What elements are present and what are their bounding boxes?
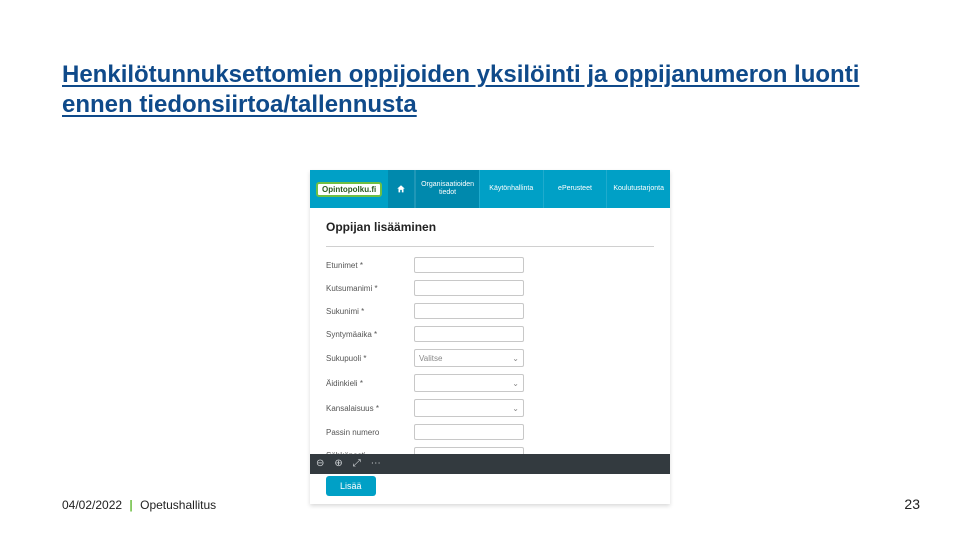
select-value: Valitse xyxy=(419,354,442,363)
form-heading: Oppijan lisääminen xyxy=(326,220,654,234)
field-sukupuoli: Sukupuoli * Valitse ⌄ xyxy=(326,349,654,367)
field-aidinkieli: Äidinkieli * ⌄ xyxy=(326,374,654,392)
field-label: Äidinkieli * xyxy=(326,379,414,388)
footer-org: Opetushallitus xyxy=(140,498,216,512)
field-label: Kansalaisuus * xyxy=(326,404,414,413)
viewer-toolbar: ⊖ ⊕ ⤢ ⋯ xyxy=(310,454,670,474)
kutsumanimi-input[interactable] xyxy=(414,280,524,296)
app-topbar: Opintopolku.fi Organisaatioiden tiedot K… xyxy=(310,170,670,208)
nav-item-koulutustarjonta[interactable]: Koulutustarjonta xyxy=(606,170,670,208)
footer-date: 04/02/2022 xyxy=(62,498,122,512)
field-kutsumanimi: Kutsumanimi * xyxy=(326,280,654,296)
add-button-label: Lisää xyxy=(340,481,362,491)
chevron-down-icon: ⌄ xyxy=(512,379,519,388)
field-passin-numero: Passin numero xyxy=(326,424,654,440)
field-label: Passin numero xyxy=(326,428,414,437)
field-label: Etunimet * xyxy=(326,261,414,270)
field-etunimet: Etunimet * xyxy=(326,257,654,273)
aidinkieli-select[interactable]: ⌄ xyxy=(414,374,524,392)
field-label: Sukunimi * xyxy=(326,307,414,316)
nav-label: Organisaatioiden tiedot xyxy=(418,181,477,196)
page-number: 23 xyxy=(904,496,920,512)
footer-separator: | xyxy=(125,498,136,512)
brand-badge: Opintopolku.fi xyxy=(316,182,382,197)
sukunimi-input[interactable] xyxy=(414,303,524,319)
divider xyxy=(326,246,654,247)
etunimet-input[interactable] xyxy=(414,257,524,273)
magnify-plus-icon[interactable]: ⊕ xyxy=(334,459,342,469)
kansalaisuus-select[interactable]: ⌄ xyxy=(414,399,524,417)
nav-label: Käytönhallinta xyxy=(489,185,533,193)
slide-title: Henkilötunnuksettomien oppijoiden yksilö… xyxy=(62,60,862,120)
chevron-down-icon: ⌄ xyxy=(512,354,519,363)
nav-item-kaytonhallinta[interactable]: Käytönhallinta xyxy=(479,170,543,208)
home-icon[interactable] xyxy=(388,170,415,208)
top-nav: Organisaatioiden tiedot Käytönhallinta e… xyxy=(388,170,670,208)
chevron-down-icon: ⌄ xyxy=(512,404,519,413)
field-syntymaaika: Syntymäaika * xyxy=(326,326,654,342)
field-kansalaisuus: Kansalaisuus * ⌄ xyxy=(326,399,654,417)
magnify-minus-icon[interactable]: ⊖ xyxy=(316,459,324,469)
more-icon[interactable]: ⋯ xyxy=(371,459,381,469)
field-label: Kutsumanimi * xyxy=(326,284,414,293)
field-label: Syntymäaika * xyxy=(326,330,414,339)
field-sukunimi: Sukunimi * xyxy=(326,303,654,319)
nav-item-eperusteet[interactable]: ePerusteet xyxy=(543,170,607,208)
field-label: Sukupuoli * xyxy=(326,354,414,363)
brand: Opintopolku.fi xyxy=(310,170,388,208)
passin-numero-input[interactable] xyxy=(414,424,524,440)
slide: Henkilötunnuksettomien oppijoiden yksilö… xyxy=(0,0,960,540)
syntymaaika-input[interactable] xyxy=(414,326,524,342)
nav-item-org-tiedot[interactable]: Organisaatioiden tiedot xyxy=(415,170,479,208)
nav-label: Koulutustarjonta xyxy=(613,185,664,193)
add-button[interactable]: Lisää xyxy=(326,476,376,496)
slide-footer: 04/02/2022 | Opetushallitus xyxy=(62,498,216,512)
expand-icon[interactable]: ⤢ xyxy=(353,459,361,469)
nav-label: ePerusteet xyxy=(558,185,592,193)
sukupuoli-select[interactable]: Valitse ⌄ xyxy=(414,349,524,367)
